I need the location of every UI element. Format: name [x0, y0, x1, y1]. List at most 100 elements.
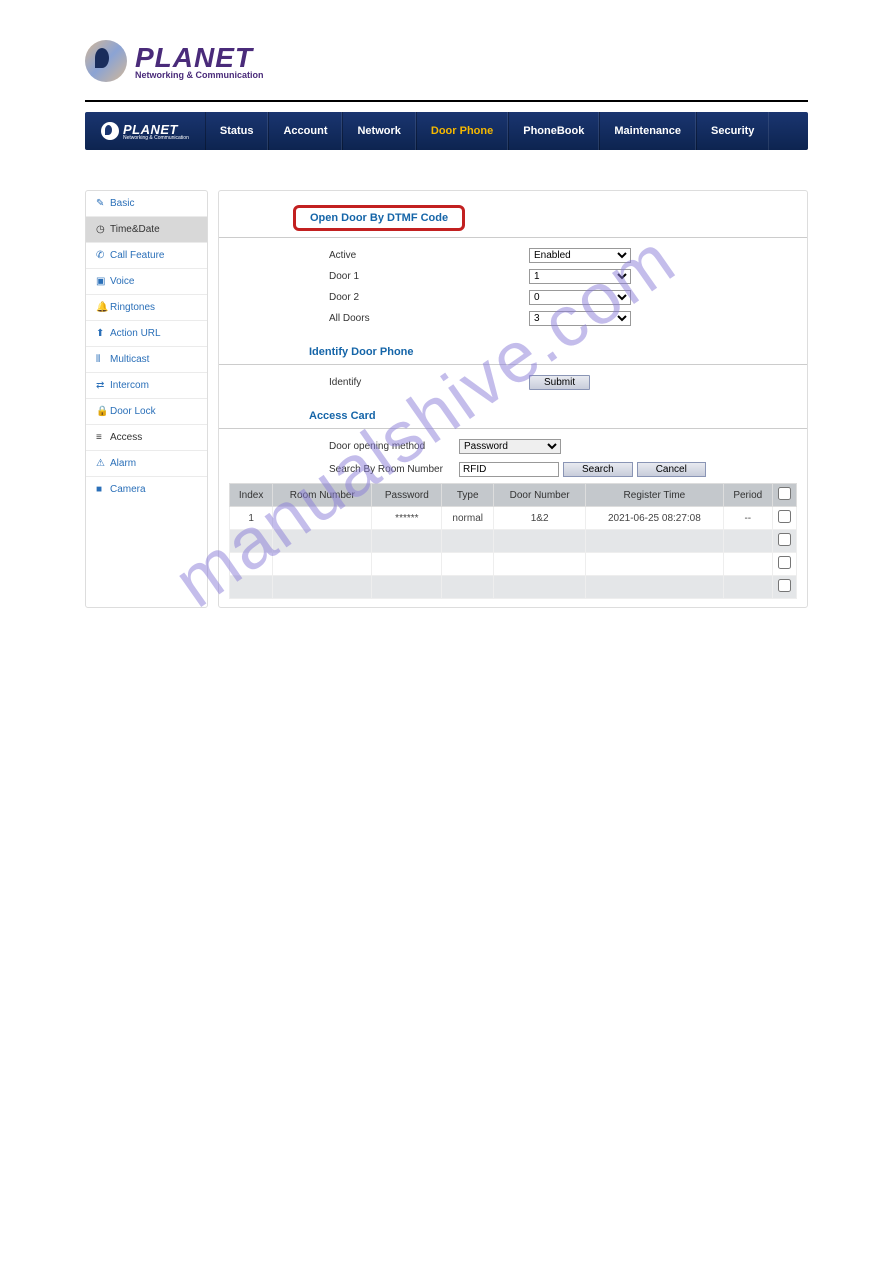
nav-status[interactable]: Status: [205, 112, 269, 150]
top-nav: PLANET Networking & Communication Status…: [85, 112, 808, 150]
nav-network[interactable]: Network: [342, 112, 415, 150]
sidebar-item-label: Ringtones: [110, 302, 155, 313]
cell-password: ******: [372, 507, 442, 530]
sidebar-alarm[interactable]: ⚠ Alarm: [86, 451, 207, 477]
cell-time: [586, 576, 723, 599]
identify-label: Identify: [329, 377, 529, 388]
sidebar-item-label: Call Feature: [110, 250, 164, 261]
sidebar-access[interactable]: ≡Access: [86, 425, 207, 451]
nav-door-phone[interactable]: Door Phone: [416, 112, 508, 150]
table-row: [230, 576, 797, 599]
sidebar-multicast[interactable]: ⫴Multicast: [86, 347, 207, 373]
door2-select[interactable]: 0: [529, 290, 631, 305]
divider: [85, 100, 808, 102]
cell-door: [494, 576, 586, 599]
access-section-header: Access Card: [219, 404, 807, 429]
cell-index: [230, 576, 273, 599]
door2-label: Door 2: [329, 292, 529, 303]
row-checkbox[interactable]: [778, 556, 791, 569]
col-password: Password: [372, 484, 442, 507]
method-select[interactable]: Password: [459, 439, 561, 454]
cell-password: [372, 576, 442, 599]
col-period: Period: [723, 484, 772, 507]
cell-type: [442, 530, 494, 553]
col-check: [773, 484, 797, 507]
row-checkbox[interactable]: [778, 533, 791, 546]
nav-logo-sub: Networking & Communication: [123, 135, 189, 141]
cell-room: [273, 507, 372, 530]
select-all-checkbox[interactable]: [778, 487, 791, 500]
list-icon: ≡: [96, 432, 106, 443]
cell-password: [372, 553, 442, 576]
table-row: [230, 530, 797, 553]
active-label: Active: [329, 250, 529, 261]
table-row: 1******normal1&22021-06-25 08:27:08--: [230, 507, 797, 530]
sidebar: ✎Basic ◷ Time&Date ✆ Call Feature ▣Voice 🔔…: [85, 190, 208, 608]
main-panel: Open Door By DTMF Code Active Enabled Do…: [218, 190, 808, 608]
nav-logo: PLANET Networking & Communication: [85, 122, 205, 141]
search-button[interactable]: Search: [563, 462, 633, 477]
cell-room: [273, 576, 372, 599]
cell-period: [723, 530, 772, 553]
row-checkbox[interactable]: [778, 579, 791, 592]
cell-room: [273, 553, 372, 576]
cell-room: [273, 530, 372, 553]
door1-select[interactable]: 1: [529, 269, 631, 284]
sidebar-item-label: Action URL: [110, 328, 161, 339]
sidebar-voice[interactable]: ▣Voice: [86, 269, 207, 295]
col-room: Room Number: [273, 484, 372, 507]
brand-header: PLANET Networking & Communication: [85, 40, 808, 82]
sidebar-ringtones[interactable]: 🔔Ringtones: [86, 295, 207, 321]
sidebar-intercom[interactable]: ⇄ Intercom: [86, 373, 207, 399]
col-time: Register Time: [586, 484, 723, 507]
all-doors-select[interactable]: 3: [529, 311, 631, 326]
sidebar-time-date[interactable]: ◷ Time&Date: [86, 217, 207, 243]
row-checkbox[interactable]: [778, 510, 791, 523]
cell-type: normal: [442, 507, 494, 530]
all-doors-label: All Doors: [329, 313, 529, 324]
access-table: Index Room Number Password Type Door Num…: [229, 483, 797, 599]
sidebar-item-label: Voice: [110, 276, 134, 287]
sidebar-item-label: Multicast: [110, 354, 149, 365]
submit-button[interactable]: Submit: [529, 375, 590, 390]
dtmf-section-header: Open Door By DTMF Code: [219, 199, 807, 238]
sidebar-camera[interactable]: ■Camera: [86, 477, 207, 502]
sidebar-item-label: Door Lock: [110, 406, 156, 417]
upload-icon: ⬆: [96, 328, 106, 339]
nav-account[interactable]: Account: [268, 112, 342, 150]
sidebar-item-label: Alarm: [110, 458, 136, 469]
active-select[interactable]: Enabled: [529, 248, 631, 263]
pencil-icon: ✎: [96, 198, 106, 209]
cell-time: [586, 530, 723, 553]
cancel-button[interactable]: Cancel: [637, 462, 706, 477]
col-index: Index: [230, 484, 273, 507]
dtmf-title-highlight: Open Door By DTMF Code: [293, 205, 465, 231]
intercom-icon: ⇄: [96, 380, 106, 391]
cell-period: --: [723, 507, 772, 530]
cell-door: [494, 553, 586, 576]
sidebar-basic[interactable]: ✎Basic: [86, 191, 207, 217]
identify-section-header: Identify Door Phone: [219, 340, 807, 365]
cell-index: [230, 553, 273, 576]
cell-door: [494, 530, 586, 553]
sidebar-item-label: Intercom: [110, 380, 149, 391]
sidebar-door-lock[interactable]: 🔒Door Lock: [86, 399, 207, 425]
clock-icon: ◷: [96, 224, 106, 235]
sidebar-item-label: Time&Date: [110, 224, 160, 235]
door1-label: Door 1: [329, 271, 529, 282]
cell-type: [442, 576, 494, 599]
search-label: Search By Room Number: [329, 464, 459, 475]
nav-security[interactable]: Security: [696, 112, 769, 150]
cell-door: 1&2: [494, 507, 586, 530]
nav-maintenance[interactable]: Maintenance: [599, 112, 696, 150]
cell-time: 2021-06-25 08:27:08: [586, 507, 723, 530]
sidebar-action-url[interactable]: ⬆ Action URL: [86, 321, 207, 347]
sidebar-call-feature[interactable]: ✆ Call Feature: [86, 243, 207, 269]
cell-password: [372, 530, 442, 553]
alarm-icon: ⚠: [96, 458, 106, 469]
search-input[interactable]: [459, 462, 559, 477]
nav-phonebook[interactable]: PhoneBook: [508, 112, 599, 150]
table-row: [230, 553, 797, 576]
sidebar-item-label: Camera: [110, 484, 146, 495]
phone-icon: ✆: [96, 250, 106, 261]
